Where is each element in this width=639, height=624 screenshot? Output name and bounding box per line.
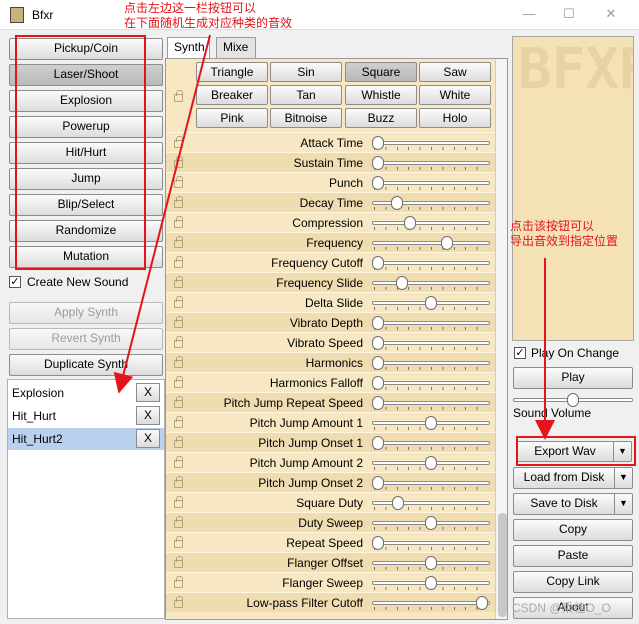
arrow-to-sound-list <box>113 34 211 394</box>
watermark: CSDN @乘桂O_O <box>512 601 611 615</box>
annotation-arrows <box>113 34 555 440</box>
